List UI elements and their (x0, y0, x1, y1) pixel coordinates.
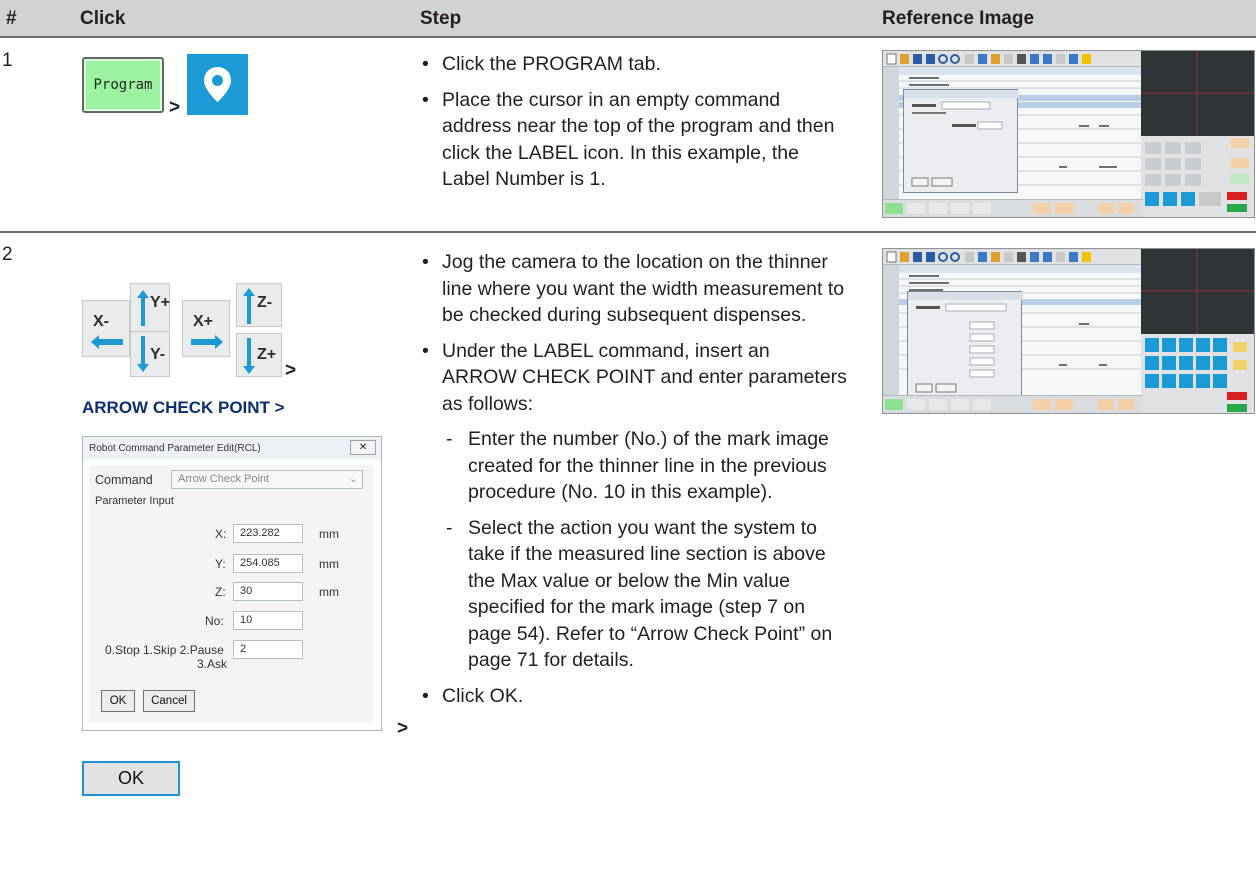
header-step: Step (420, 8, 462, 29)
y-field[interactable]: 254.085 (233, 554, 303, 573)
ref-label-dialog (903, 89, 1019, 193)
step-bullet: Click OK. (420, 683, 848, 710)
row-2-steps: Jog the camera to the location on the th… (420, 249, 848, 718)
ok-button[interactable]: OK (82, 761, 180, 796)
jog-z-plus-button[interactable]: Z+ (236, 333, 282, 377)
ref-bottom-tabs (885, 399, 1134, 410)
jog-x-plus-label: X+ (193, 313, 214, 330)
jog-y-plus-button[interactable]: Y+ (131, 284, 171, 331)
reference-image-arrow-check-point (882, 248, 1255, 414)
step-bullet: Under the LABEL command, insert an ARROW… (420, 338, 848, 418)
row-1-number: 1 (2, 50, 13, 71)
ref-keypad (1141, 334, 1254, 413)
jog-z-plus-label: Z+ (257, 346, 277, 363)
step-bullet: Jog the camera to the location on the th… (420, 249, 848, 329)
x-unit: mm (319, 527, 339, 541)
ref-sidebar (883, 265, 899, 399)
dialog-cancel-button[interactable]: Cancel (143, 690, 195, 712)
ref-dialog-content (908, 292, 1023, 393)
down-arrow-icon (243, 338, 255, 374)
chevron-down-icon: ⌄ (348, 473, 358, 485)
ref-dialog-content (904, 90, 1019, 187)
left-arrow-icon (91, 335, 123, 349)
ref-arrow-check-dialog (907, 291, 1023, 397)
jog-y-plus-label: Y+ (150, 294, 171, 311)
x-field[interactable]: 223.282 (233, 524, 303, 543)
ref-bottom-tabs (885, 203, 1134, 214)
ref-crosshair (1141, 51, 1254, 136)
jog-x-minus-label: X- (93, 313, 109, 330)
ref-bottom-bar (883, 199, 1143, 217)
header-number: # (6, 8, 17, 29)
ref-keypad (1141, 136, 1254, 217)
jog-y-minus-button[interactable]: Y- (131, 331, 169, 378)
row-1-arrow: > (169, 97, 181, 118)
action-label-line1: 0.Stop 1.Skip 2.Pause (105, 643, 224, 657)
header-click: Click (80, 8, 126, 29)
jog-x-plus-button[interactable]: X+ (182, 300, 230, 357)
close-icon[interactable]: ✕ (350, 440, 376, 455)
ref-toolbar (883, 51, 1143, 67)
y-unit: mm (319, 557, 339, 571)
row-2-number: 2 (2, 244, 13, 265)
row-divider (0, 231, 1256, 233)
jog-z-minus-label: Z- (257, 294, 273, 311)
no-label: No: (205, 614, 224, 628)
ref-toolbar-icons (886, 251, 1091, 263)
x-label: X: (215, 527, 227, 541)
down-arrow-icon (137, 336, 149, 372)
dialog-title: Robot Command Parameter Edit(RCL) (83, 437, 381, 459)
program-tab-label: Program (93, 77, 153, 93)
table-header: # Click Step Reference Image (0, 0, 1256, 38)
row-1-steps: Click the PROGRAM tab. Place the cursor … (420, 51, 848, 202)
command-select[interactable]: Arrow Check Point ⌄ (171, 470, 363, 489)
row-2-arrow-1: > (285, 360, 297, 381)
parameter-input-label: Parameter Input (95, 495, 174, 507)
jog-z-group: Z- Z+ (236, 283, 282, 377)
z-field[interactable]: 30 (233, 582, 303, 601)
jog-x-minus-button[interactable]: X- (82, 300, 130, 357)
action-label-line2: 3.Ask (197, 657, 228, 671)
dialog-ok-button[interactable]: OK (101, 690, 135, 712)
command-label: Command (95, 473, 153, 487)
right-arrow-icon (191, 335, 223, 349)
ref-toolbar-icons (886, 53, 1091, 65)
step-bullet: Click the PROGRAM tab. (420, 51, 848, 78)
jog-y-minus-label: Y- (150, 346, 166, 363)
ref-camera-view (1141, 51, 1254, 136)
action-field[interactable]: 2 (233, 640, 303, 659)
arrow-check-point-label: ARROW CHECK POINT > (82, 398, 285, 417)
row-2-arrow-2: > (397, 718, 409, 739)
no-field[interactable]: 10 (233, 611, 303, 630)
ref-sidebar (883, 67, 899, 201)
up-arrow-icon (137, 290, 149, 326)
step-sub-bullet: Enter the number (No.) of the mark image… (420, 426, 848, 506)
ref-keypad-keys (1145, 338, 1247, 412)
ref-toolbar (883, 249, 1143, 265)
reference-image-program-label (882, 50, 1255, 218)
up-arrow-icon (243, 288, 255, 324)
header-reference-image: Reference Image (882, 8, 1035, 29)
jog-z-minus-button[interactable]: Z- (236, 283, 282, 327)
ref-keypad-keys (1145, 138, 1249, 212)
ref-crosshair (1141, 249, 1254, 334)
label-icon-button[interactable] (187, 54, 248, 115)
jog-y-group: Y+ Y- (130, 283, 170, 377)
z-unit: mm (319, 585, 339, 599)
command-select-value: Arrow Check Point (178, 473, 270, 485)
y-label: Y: (215, 557, 226, 571)
location-pin-icon (204, 67, 231, 102)
ref-camera-view (1141, 249, 1254, 334)
program-tab-button[interactable]: Program (82, 57, 164, 113)
arrow-check-point-dialog: Robot Command Parameter Edit(RCL) ✕ Comm… (82, 436, 382, 731)
step-bullet: Place the cursor in an empty command add… (420, 87, 848, 193)
step-sub-bullet: Select the action you want the system to… (420, 515, 848, 674)
ref-bottom-bar (883, 395, 1143, 413)
dialog-body: Command Arrow Check Point ⌄ Parameter In… (89, 465, 373, 723)
z-label: Z: (215, 585, 226, 599)
